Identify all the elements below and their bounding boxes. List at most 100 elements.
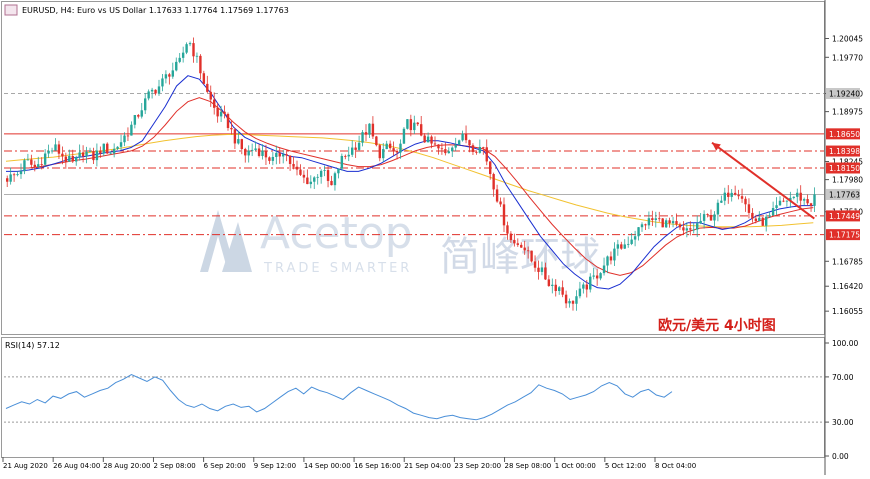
candle-body bbox=[12, 174, 16, 176]
candle-body bbox=[282, 154, 285, 157]
candle-body bbox=[95, 150, 99, 161]
price-tag-label: 1.18650 bbox=[829, 130, 860, 139]
candle-body bbox=[782, 200, 785, 202]
candle-body bbox=[361, 132, 364, 143]
candle-body bbox=[630, 239, 633, 244]
candle-body bbox=[513, 240, 516, 244]
candle-body bbox=[744, 198, 747, 205]
candle-body bbox=[299, 169, 302, 175]
candle-body bbox=[323, 170, 326, 171]
candle-body bbox=[344, 155, 347, 157]
candle-body bbox=[409, 119, 413, 131]
candle-body bbox=[357, 142, 361, 150]
candle-body bbox=[447, 151, 450, 154]
candle-body bbox=[99, 150, 102, 154]
candle-body bbox=[116, 146, 119, 149]
candle-body bbox=[664, 220, 668, 228]
candle-body bbox=[244, 149, 247, 156]
candle-body bbox=[485, 147, 488, 162]
candle-body bbox=[368, 123, 371, 135]
candle-body bbox=[233, 129, 237, 144]
symbol-info-line: EURUSD, H4: Euro vs US Dollar 1.17633 1.… bbox=[22, 6, 289, 15]
candle-body bbox=[188, 43, 192, 45]
candle-body bbox=[382, 149, 385, 159]
candle-body bbox=[468, 140, 471, 146]
candle-body bbox=[306, 177, 309, 185]
candle-body bbox=[440, 148, 444, 150]
candle-body bbox=[319, 170, 323, 177]
candle-body bbox=[316, 176, 319, 178]
candle-body bbox=[706, 214, 709, 215]
candle-body bbox=[685, 228, 689, 231]
candle-body bbox=[778, 200, 782, 206]
candle-body bbox=[606, 256, 609, 266]
candle-body bbox=[720, 200, 723, 203]
candle-body bbox=[109, 153, 112, 155]
candle-body bbox=[733, 192, 737, 195]
candle-body bbox=[126, 135, 130, 137]
watermark-tagline: TRADE SMARTER bbox=[263, 261, 412, 276]
time-tick-label: 21 Sep 04:00 bbox=[404, 462, 451, 470]
candle-body bbox=[181, 52, 185, 58]
candle-body bbox=[37, 164, 40, 168]
candle-body bbox=[751, 212, 754, 219]
candle-body bbox=[75, 157, 78, 162]
candle-body bbox=[526, 250, 530, 252]
time-tick-label: 6 Sep 20:00 bbox=[204, 462, 246, 470]
candle-body bbox=[192, 43, 195, 57]
candle-body bbox=[9, 174, 12, 182]
menu-icon[interactable] bbox=[4, 4, 18, 16]
chart-annotation-cn: 欧元/美元 4小时图 bbox=[658, 317, 776, 334]
candle-body bbox=[57, 144, 61, 154]
candle-body bbox=[771, 208, 775, 216]
rsi-label: RSI(14) 57.12 bbox=[5, 341, 60, 350]
candle-body bbox=[295, 166, 299, 170]
candle-body bbox=[502, 204, 506, 226]
candle-body bbox=[413, 122, 416, 131]
candle-body bbox=[461, 133, 464, 141]
candle-body bbox=[537, 267, 540, 272]
candle-body bbox=[78, 152, 81, 158]
candle-body bbox=[499, 201, 502, 205]
time-tick-label: 8 Oct 04:00 bbox=[655, 462, 696, 470]
candle-body bbox=[375, 136, 378, 146]
candle-body bbox=[16, 174, 19, 176]
candle-body bbox=[454, 144, 457, 148]
candle-body bbox=[433, 143, 437, 145]
candle-body bbox=[582, 284, 585, 289]
candle-body bbox=[595, 275, 599, 279]
watermark-brand-cn: 简峰环球 bbox=[440, 234, 600, 280]
candle-body bbox=[247, 150, 250, 156]
time-tick-label: 9 Sep 12:00 bbox=[254, 462, 296, 470]
candle-body bbox=[144, 98, 147, 111]
candle-body bbox=[88, 150, 92, 152]
candle-body bbox=[257, 148, 261, 156]
candle-body bbox=[478, 146, 482, 153]
candle-body bbox=[112, 148, 116, 154]
candle-body bbox=[520, 244, 523, 248]
price-tick-label: 1.16420 bbox=[832, 282, 863, 291]
candle-body bbox=[792, 196, 795, 198]
candle-body bbox=[540, 267, 544, 272]
candle-body bbox=[661, 218, 664, 228]
candle-body bbox=[678, 224, 682, 228]
candle-body bbox=[302, 174, 306, 178]
rsi-tick-label: 0.00 bbox=[832, 452, 849, 461]
rsi-panel-frame bbox=[1, 337, 825, 458]
candle-body bbox=[740, 196, 744, 199]
candle-body bbox=[285, 154, 288, 156]
candle-body bbox=[40, 164, 43, 165]
candle-body bbox=[506, 225, 509, 234]
candle-body bbox=[558, 287, 561, 292]
candle-body bbox=[19, 171, 23, 175]
candle-body bbox=[130, 124, 133, 136]
candle-body bbox=[185, 44, 188, 53]
candle-body bbox=[209, 91, 212, 100]
time-tick-label: 16 Sep 16:00 bbox=[354, 462, 401, 470]
candle-body bbox=[275, 152, 278, 157]
time-tick-label: 26 Aug 04:00 bbox=[53, 462, 100, 470]
candle-body bbox=[692, 229, 695, 231]
candle-body bbox=[43, 153, 47, 165]
candle-body bbox=[430, 136, 433, 144]
candle-body bbox=[464, 133, 468, 141]
